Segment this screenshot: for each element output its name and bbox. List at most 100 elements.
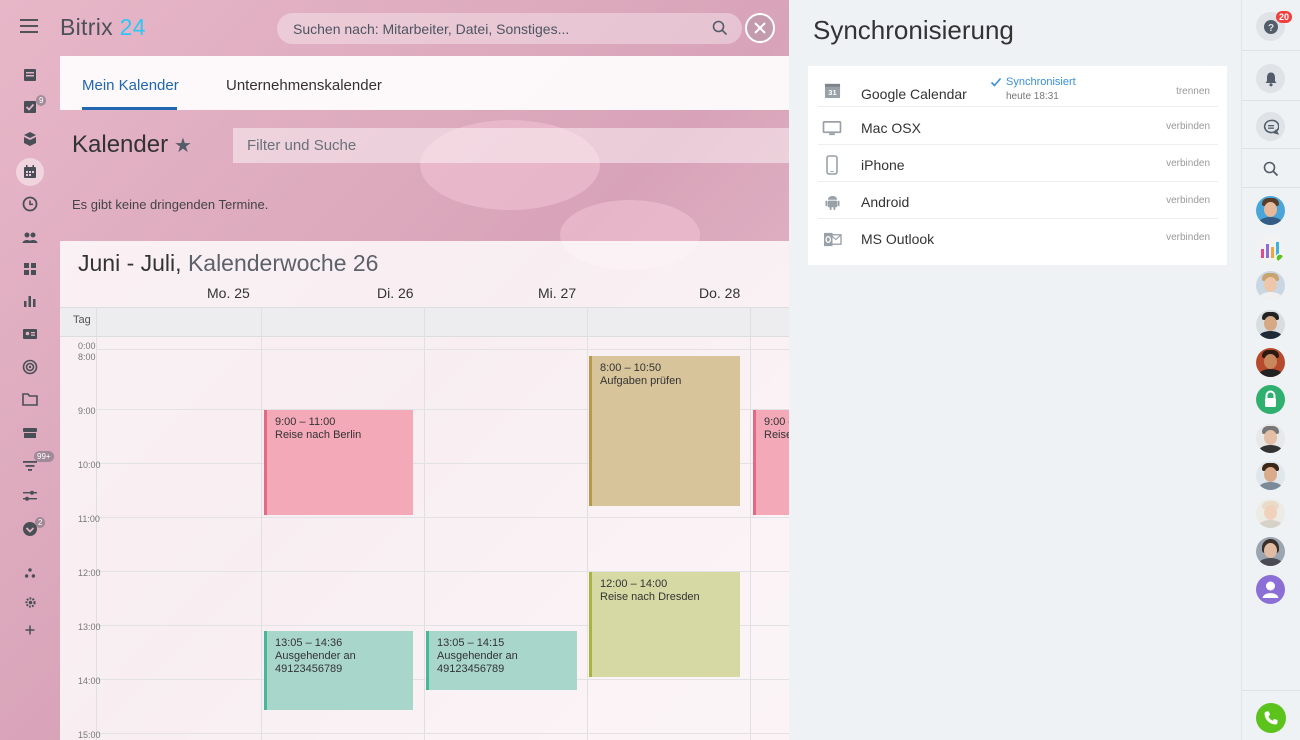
avatar[interactable] [1256, 271, 1285, 300]
time-label: 15:00 [78, 730, 101, 740]
sync-list: 31 Google Calendar Synchronisiert heute … [808, 66, 1227, 265]
avatar[interactable] [1256, 537, 1285, 566]
apps-icon[interactable] [20, 259, 40, 279]
help-icon: ? [1263, 19, 1278, 34]
call-button[interactable] [1256, 703, 1286, 733]
calendar-icon[interactable] [16, 158, 44, 186]
avatar[interactable] [1256, 310, 1285, 339]
event-time: 13:05 – 14:15 [437, 637, 505, 649]
sync-name: iPhone [861, 157, 905, 173]
calendar-event[interactable]: 13:05 – 14:15 Ausgehender an 49123456789 [426, 631, 577, 690]
sliders-icon[interactable] [20, 486, 40, 506]
logo[interactable]: Bitrix 24 [60, 14, 146, 41]
crm-icon[interactable] [20, 129, 40, 149]
grid-line [96, 349, 789, 350]
avatar[interactable] [1256, 461, 1285, 490]
day-header[interactable]: Mi. 27 [538, 285, 576, 301]
svg-text:31: 31 [828, 88, 836, 97]
monitor-icon [822, 119, 842, 137]
sync-slider: Synchronisierung 31 Google Calendar Sync… [789, 0, 1241, 740]
grid-line [424, 307, 425, 740]
divider [1241, 148, 1300, 149]
connect-link[interactable]: verbinden [1166, 121, 1210, 132]
search-button[interactable] [1256, 154, 1285, 183]
connect-link[interactable]: verbinden [1166, 195, 1210, 206]
filter-badge: 99+ [34, 451, 54, 462]
avatar[interactable] [1256, 424, 1285, 453]
all-day-label: Tag [73, 314, 91, 326]
group-icon[interactable] [20, 227, 40, 247]
avatar[interactable] [1256, 385, 1285, 414]
day-header[interactable]: Do. 28 [699, 285, 740, 301]
contacts-icon[interactable] [20, 324, 40, 344]
lock-icon [1265, 390, 1276, 407]
sync-row-android[interactable]: Android verbinden [818, 182, 1218, 219]
time-icon[interactable] [20, 194, 40, 214]
sync-status-text: Synchronisiert [1006, 76, 1076, 88]
filter-search-input[interactable] [233, 128, 789, 163]
divider [1241, 187, 1300, 188]
event-time: 8:00 – 10:50 [600, 362, 662, 374]
calendar-event[interactable]: 8:00 – 10:50 Aufgaben prüfen [589, 356, 740, 506]
day-header[interactable]: Di. 26 [377, 285, 414, 301]
filter-search [233, 128, 789, 163]
grid-line [261, 307, 262, 740]
chat-button[interactable] [1256, 112, 1285, 141]
sync-row-mac-osx[interactable]: Mac OSX verbinden [818, 108, 1218, 145]
event-title: Reise [764, 429, 789, 441]
sync-status-time: heute 18:31 [1006, 91, 1059, 102]
event-title: Reise nach Dresden [600, 591, 700, 603]
page-title: Kalender [72, 131, 169, 158]
star-icon[interactable]: ★ [174, 133, 192, 158]
tab-mein-kalender[interactable]: Mein Kalender [82, 77, 179, 94]
bell-icon [1265, 72, 1276, 86]
avatar[interactable] [1256, 348, 1285, 377]
day-header[interactable]: Mo. 25 [207, 285, 250, 301]
avatar[interactable] [1256, 234, 1285, 263]
structure-icon[interactable] [20, 563, 40, 583]
grid-line [587, 307, 588, 740]
add-icon[interactable] [20, 620, 40, 640]
connect-link[interactable]: verbinden [1166, 158, 1210, 169]
store-icon[interactable] [20, 422, 40, 442]
calendar-event[interactable]: 9:00 – 11:00 Reise nach Berlin [264, 410, 413, 515]
calendar-event[interactable]: 9:00 – Reise [753, 410, 789, 515]
sync-row-iphone[interactable]: iPhone verbinden [818, 145, 1218, 182]
global-search-input[interactable] [277, 13, 697, 44]
sync-name: Mac OSX [861, 120, 921, 136]
search-icon[interactable] [712, 20, 728, 36]
chart-icon[interactable] [20, 291, 40, 311]
tab-unternehmenskalender[interactable]: Unternehmenskalender [226, 77, 382, 94]
hamburger-menu-icon[interactable] [20, 19, 38, 33]
grid-line [96, 517, 789, 518]
chat-icon [1263, 119, 1279, 135]
close-slider-button[interactable] [745, 13, 775, 43]
logo-number: 24 [119, 14, 146, 40]
event-title: Ausgehender an 49123456789 [437, 650, 518, 675]
time-label: 13:00 [78, 622, 101, 632]
calendar-event[interactable]: 13:05 – 14:36 Ausgehender an 49123456789 [264, 631, 413, 710]
calendar-tabs: Mein Kalender Unternehmenskalender [60, 56, 789, 110]
notifications-button[interactable] [1256, 64, 1285, 93]
feed-icon[interactable] [20, 65, 40, 85]
avatar[interactable] [1256, 196, 1285, 225]
global-search [277, 13, 742, 44]
drive-icon[interactable] [20, 389, 40, 409]
avatar[interactable] [1256, 499, 1285, 528]
target-icon[interactable] [20, 357, 40, 377]
calendar-event[interactable]: 12:00 – 14:00 Reise nach Dresden [589, 572, 740, 677]
top-bar: Bitrix 24 [0, 0, 789, 56]
connect-link[interactable]: verbinden [1166, 232, 1210, 243]
time-label: 0:00 [78, 341, 96, 351]
sync-row-ms-outlook[interactable]: MS Outlook verbinden [818, 219, 1218, 256]
time-label: 11:00 [78, 514, 100, 524]
week-number: Kalenderwoche 26 [187, 250, 379, 276]
settings-icon[interactable] [20, 592, 40, 612]
close-icon [754, 22, 766, 34]
disconnect-link[interactable]: trennen [1176, 86, 1210, 97]
grid-line [750, 307, 751, 740]
user-icon [1262, 581, 1279, 598]
avatar[interactable] [1256, 575, 1285, 604]
sync-row-google-calendar[interactable]: 31 Google Calendar Synchronisiert heute … [818, 70, 1218, 107]
time-label: 9:00 [78, 406, 96, 416]
